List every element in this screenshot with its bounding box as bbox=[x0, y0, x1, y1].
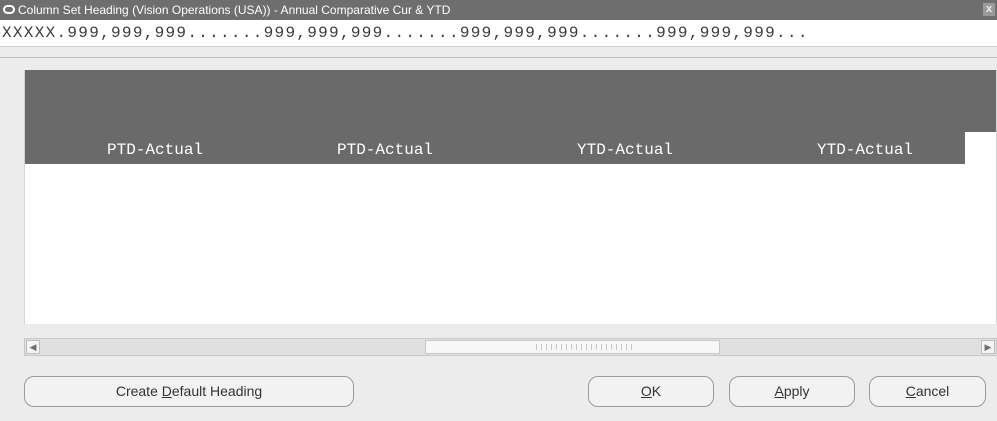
scroll-left-icon[interactable]: ◀ bbox=[26, 340, 40, 354]
button-label-prefix: Create bbox=[115, 383, 162, 399]
column-heading-underline: ---------- bbox=[817, 309, 914, 327]
button-label-suffix: pply bbox=[783, 383, 810, 399]
column-heading-line2: &POI-13 bbox=[577, 225, 645, 243]
window-icon bbox=[3, 5, 15, 14]
column-heading-underline: ----------- bbox=[577, 309, 683, 327]
separator-line bbox=[0, 57, 997, 58]
button-label-suffix: K bbox=[651, 383, 662, 399]
button-label-suffix: efault Heading bbox=[171, 383, 263, 399]
window-titlebar: Column Set Heading (Vision Operations (U… bbox=[0, 0, 997, 20]
ok-button[interactable]: OK bbox=[588, 376, 714, 407]
column-heading-area-tail bbox=[965, 70, 996, 132]
column-heading-line1: PTD-Actual bbox=[337, 141, 434, 159]
heading-editor-panel[interactable]: PTD-Actual &POI-13 ----------- PTD-Actua… bbox=[24, 70, 997, 327]
column-heading-line1: PTD-Actual bbox=[107, 141, 204, 159]
create-default-heading-button[interactable]: Create Default Heading bbox=[24, 376, 354, 407]
close-icon[interactable]: x bbox=[983, 3, 995, 16]
column-heading-line2: &POI-13 bbox=[107, 225, 175, 243]
button-mnemonic: A bbox=[774, 383, 784, 399]
column-heading-line1: YTD-Actual bbox=[817, 141, 914, 159]
button-label-suffix: ancel bbox=[915, 383, 950, 399]
separator-area bbox=[0, 46, 997, 70]
scroll-thumb[interactable] bbox=[425, 340, 720, 354]
button-mnemonic: D bbox=[161, 383, 172, 399]
button-mnemonic: C bbox=[905, 383, 916, 399]
format-mask-text: XXXXX.999,999,999.......999,999,999.....… bbox=[2, 24, 809, 42]
cancel-button[interactable]: Cancel bbox=[869, 376, 986, 407]
column-heading-underline: ----------- bbox=[107, 309, 213, 327]
column-heading-line2: &POI0 bbox=[817, 225, 866, 243]
format-mask-row: XXXXX.999,999,999.......999,999,999.....… bbox=[0, 20, 997, 46]
horizontal-scrollbar[interactable]: ◀ ▶ bbox=[24, 338, 997, 356]
button-mnemonic: O bbox=[640, 383, 652, 399]
heading-cursor-gap bbox=[965, 132, 996, 164]
column-heading-line1: YTD-Actual bbox=[577, 141, 674, 159]
apply-button[interactable]: Apply bbox=[729, 376, 855, 407]
grip-icon bbox=[536, 344, 636, 350]
window-title: Column Set Heading (Vision Operations (U… bbox=[18, 3, 451, 17]
column-heading-underline: ----------- bbox=[337, 309, 443, 327]
scroll-right-icon[interactable]: ▶ bbox=[981, 340, 995, 354]
column-heading-line2: &POI0 bbox=[337, 225, 386, 243]
